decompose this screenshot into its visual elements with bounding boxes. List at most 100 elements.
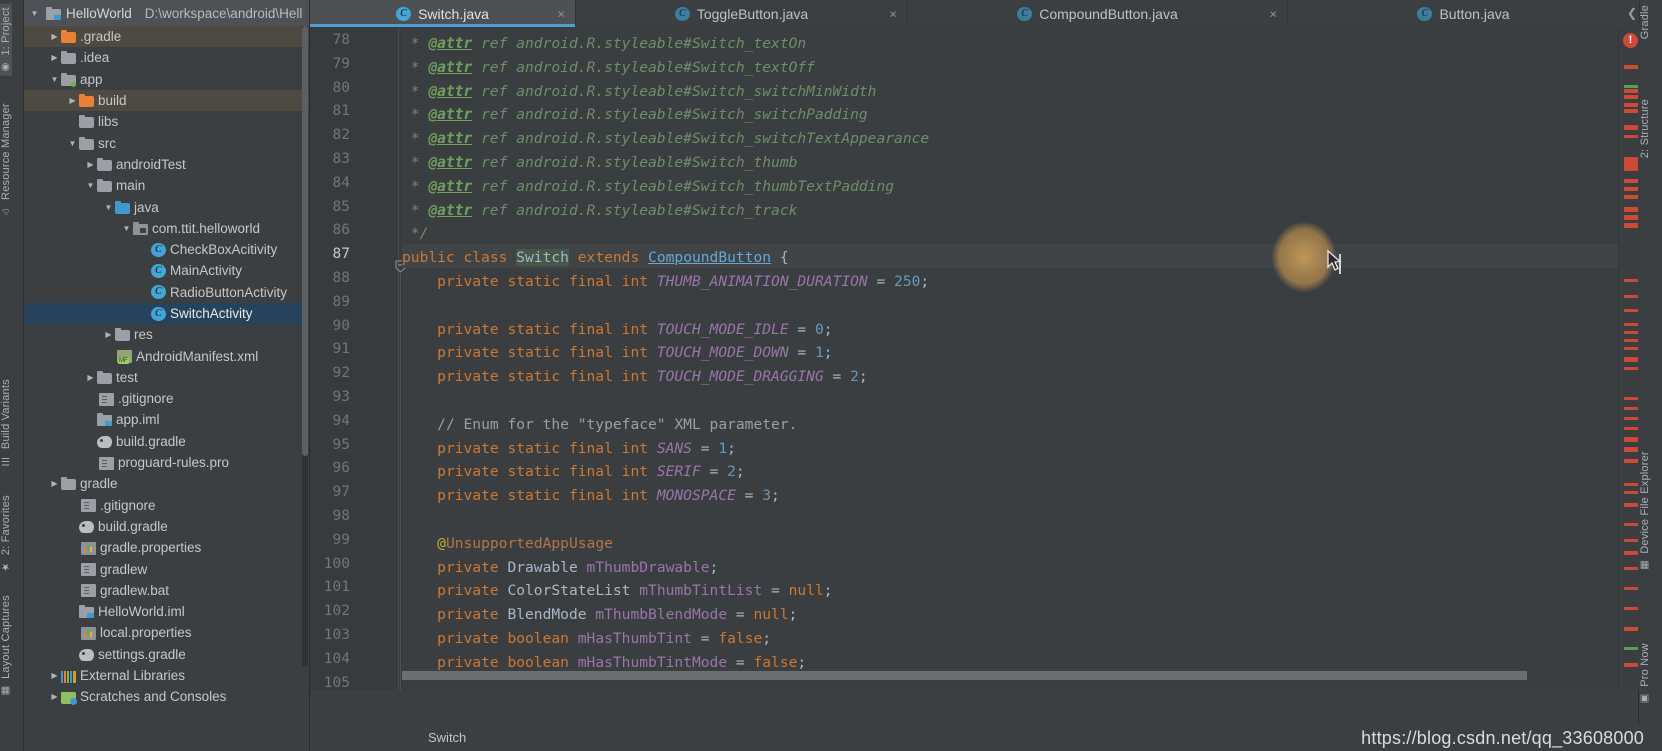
tree-item-proguard-rules-pro[interactable]: proguard-rules.pro bbox=[24, 452, 309, 473]
tree-item--gradle[interactable]: ▶ .gradle bbox=[24, 26, 309, 48]
chevron-right-icon[interactable]: ▶ bbox=[48, 692, 61, 701]
tree-item-switchactivity[interactable]: C SwitchActivity bbox=[24, 302, 309, 325]
code-editor[interactable]: 78 79 80 81 82 83 84 85 86 87 88 89 90 91 92 93 94 95 96 97… bbox=[310, 27, 1640, 690]
code-line[interactable]: // Enum for the "typeface" XML parameter… bbox=[402, 413, 797, 437]
error-stripe-mark[interactable] bbox=[1624, 347, 1638, 350]
code-line[interactable]: private static final int TOUCH_MODE_IDLE… bbox=[402, 318, 832, 342]
chevron-right-icon[interactable]: ▶ bbox=[48, 53, 61, 62]
tree-item-main[interactable]: ▼ main bbox=[24, 175, 309, 196]
code-line[interactable]: public class Switch extends CompoundButt… bbox=[402, 246, 789, 270]
error-stripe-mark[interactable] bbox=[1624, 323, 1638, 326]
error-stripe-mark[interactable] bbox=[1624, 459, 1638, 463]
error-stripe[interactable]: ❮ ! bbox=[1618, 6, 1640, 690]
code-line[interactable]: private static final int SANS = 1; bbox=[402, 437, 736, 461]
tool-button-favorites[interactable]: ★ 2: Favorites bbox=[0, 492, 23, 575]
tree-item--idea[interactable]: ▶ .idea bbox=[24, 47, 309, 68]
tree-item-res[interactable]: ▶ res bbox=[24, 324, 309, 345]
code-line[interactable]: * @attr ref android.R.styleable#Switch_t… bbox=[402, 32, 806, 56]
code-line[interactable]: private static final int SERIF = 2; bbox=[402, 460, 745, 484]
error-stripe-mark[interactable] bbox=[1624, 179, 1638, 183]
tool-button-gradle[interactable]: Gradle bbox=[1639, 2, 1662, 42]
tree-item-settings-gradle[interactable]: settings.gradle bbox=[24, 644, 309, 665]
code-line[interactable]: * @attr ref android.R.styleable#Switch_t… bbox=[402, 56, 815, 80]
error-stripe-mark[interactable] bbox=[1624, 103, 1638, 107]
code-line[interactable]: * @attr ref android.R.styleable#Switch_t… bbox=[402, 175, 894, 199]
close-icon[interactable]: × bbox=[557, 7, 565, 20]
error-stripe-mark[interactable] bbox=[1624, 207, 1638, 212]
error-stripe-mark[interactable] bbox=[1624, 397, 1638, 400]
code-line[interactable]: private boolean mHasThumbTint = false; bbox=[402, 627, 771, 651]
error-stripe-mark[interactable] bbox=[1624, 587, 1638, 590]
error-stripe-mark[interactable] bbox=[1624, 407, 1638, 410]
project-panel-scrollbar[interactable] bbox=[302, 26, 308, 666]
code-line[interactable]: private BlendMode mThumbBlendMode = null… bbox=[402, 603, 797, 627]
code-line[interactable]: @UnsupportedAppUsage bbox=[402, 532, 613, 556]
tree-item-androidtest[interactable]: ▶ androidTest bbox=[24, 154, 309, 175]
chevron-down-icon[interactable]: ▼ bbox=[66, 139, 79, 148]
error-stripe-mark[interactable] bbox=[1624, 157, 1638, 171]
error-stripe-mark[interactable] bbox=[1624, 627, 1638, 631]
close-icon[interactable]: × bbox=[1269, 7, 1277, 20]
tree-item--gitignore[interactable]: .gitignore bbox=[24, 388, 309, 409]
error-stripe-mark[interactable] bbox=[1624, 195, 1638, 199]
chevron-down-icon[interactable]: ▼ bbox=[48, 75, 61, 84]
chevron-right-icon[interactable]: ▶ bbox=[84, 160, 97, 169]
error-indicator-icon[interactable]: ! bbox=[1623, 33, 1638, 48]
code-line[interactable]: * @attr ref android.R.styleable#Switch_t… bbox=[402, 199, 798, 223]
error-stripe-mark[interactable] bbox=[1624, 523, 1638, 526]
error-stripe-mark[interactable] bbox=[1624, 663, 1638, 667]
tree-item-app[interactable]: ▼ app bbox=[24, 69, 309, 90]
tree-item-com-ttit-helloworld[interactable]: ▼ com.ttit.helloworld bbox=[24, 218, 309, 239]
code-token[interactable]: CompoundButton bbox=[648, 249, 771, 266]
tree-item-src[interactable]: ▼ src bbox=[24, 132, 309, 153]
error-stripe-mark[interactable] bbox=[1624, 607, 1638, 610]
editor-gutter[interactable]: 78 79 80 81 82 83 84 85 86 87 88 89 90 91 92 93 94 95 96 97… bbox=[310, 27, 406, 690]
code-line[interactable]: * @attr ref android.R.styleable#Switch_s… bbox=[402, 80, 877, 104]
tree-item-libs[interactable]: libs bbox=[24, 111, 309, 132]
error-stripe-mark[interactable] bbox=[1624, 417, 1638, 420]
tree-item--gitignore[interactable]: .gitignore bbox=[24, 495, 309, 516]
tool-button-preview[interactable]: ▣ Pro Now bbox=[1639, 640, 1662, 707]
error-stripe-mark[interactable] bbox=[1624, 187, 1638, 191]
error-stripe-mark[interactable] bbox=[1624, 483, 1638, 486]
close-icon[interactable]: × bbox=[889, 7, 897, 20]
tree-item-gradlew[interactable]: gradlew bbox=[24, 558, 309, 579]
chevron-right-icon[interactable]: ▶ bbox=[102, 330, 115, 339]
tree-item-test[interactable]: ▶ test bbox=[24, 367, 309, 388]
error-stripe-mark[interactable] bbox=[1624, 279, 1638, 282]
chevron-right-icon[interactable]: ▶ bbox=[84, 373, 97, 382]
editor-tab-togglebutton-java[interactable]: C ToggleButton.java × bbox=[576, 0, 908, 27]
tree-item-mainactivity[interactable]: C MainActivity bbox=[24, 260, 309, 281]
error-stripe-mark[interactable] bbox=[1624, 65, 1638, 69]
error-stripe-mark[interactable] bbox=[1624, 89, 1638, 93]
tree-item-local-properties[interactable]: local.properties bbox=[24, 622, 309, 643]
chevron-down-icon[interactable]: ▼ bbox=[28, 9, 41, 18]
tree-item-gradlew-bat[interactable]: gradlew.bat bbox=[24, 580, 309, 601]
tool-button-structure[interactable]: 2: Structure bbox=[1639, 96, 1662, 161]
chevron-right-icon[interactable]: ▶ bbox=[66, 96, 79, 105]
error-stripe-mark[interactable] bbox=[1624, 447, 1638, 452]
code-line[interactable]: private ColorStateList mThumbTintList = … bbox=[402, 579, 832, 603]
error-stripe-mark[interactable] bbox=[1624, 427, 1638, 430]
code-line[interactable]: private static final int TOUCH_MODE_DRAG… bbox=[402, 365, 868, 389]
code-line[interactable]: * @attr ref android.R.styleable#Switch_s… bbox=[402, 127, 929, 151]
code-line[interactable]: private static final int MONOSPACE = 3; bbox=[402, 484, 780, 508]
tree-item-radiobuttonactivity[interactable]: C RadioButtonActivity bbox=[24, 282, 309, 303]
code-line[interactable]: */ bbox=[402, 222, 429, 246]
chevron-down-icon[interactable]: ▼ bbox=[120, 224, 133, 233]
error-stripe-mark[interactable] bbox=[1624, 491, 1638, 494]
error-stripe-mark[interactable] bbox=[1624, 437, 1638, 442]
breadcrumb[interactable]: Switch bbox=[428, 730, 466, 745]
editor-tab-button-java[interactable]: C Button.java bbox=[1288, 0, 1640, 27]
tool-button-device-file-explorer[interactable]: ▦ Device File Explorer bbox=[1639, 448, 1662, 574]
chevron-right-icon[interactable]: ▶ bbox=[48, 671, 61, 680]
tree-item-java[interactable]: ▼ java bbox=[24, 196, 309, 217]
collapse-icon[interactable]: ❮ bbox=[1627, 6, 1637, 20]
error-stripe-mark[interactable] bbox=[1624, 223, 1638, 228]
tree-item-androidmanifest-xml[interactable]: AndroidManifest.xml bbox=[24, 345, 309, 366]
editor-tab-compoundbutton-java[interactable]: C CompoundButton.java × bbox=[908, 0, 1288, 27]
tree-item-helloworld-iml[interactable]: HelloWorld.iml bbox=[24, 601, 309, 622]
code-line[interactable]: * @attr ref android.R.styleable#Switch_s… bbox=[402, 103, 868, 127]
error-stripe-mark[interactable] bbox=[1624, 85, 1638, 88]
tree-item-gradle[interactable]: ▶ gradle bbox=[24, 473, 309, 494]
